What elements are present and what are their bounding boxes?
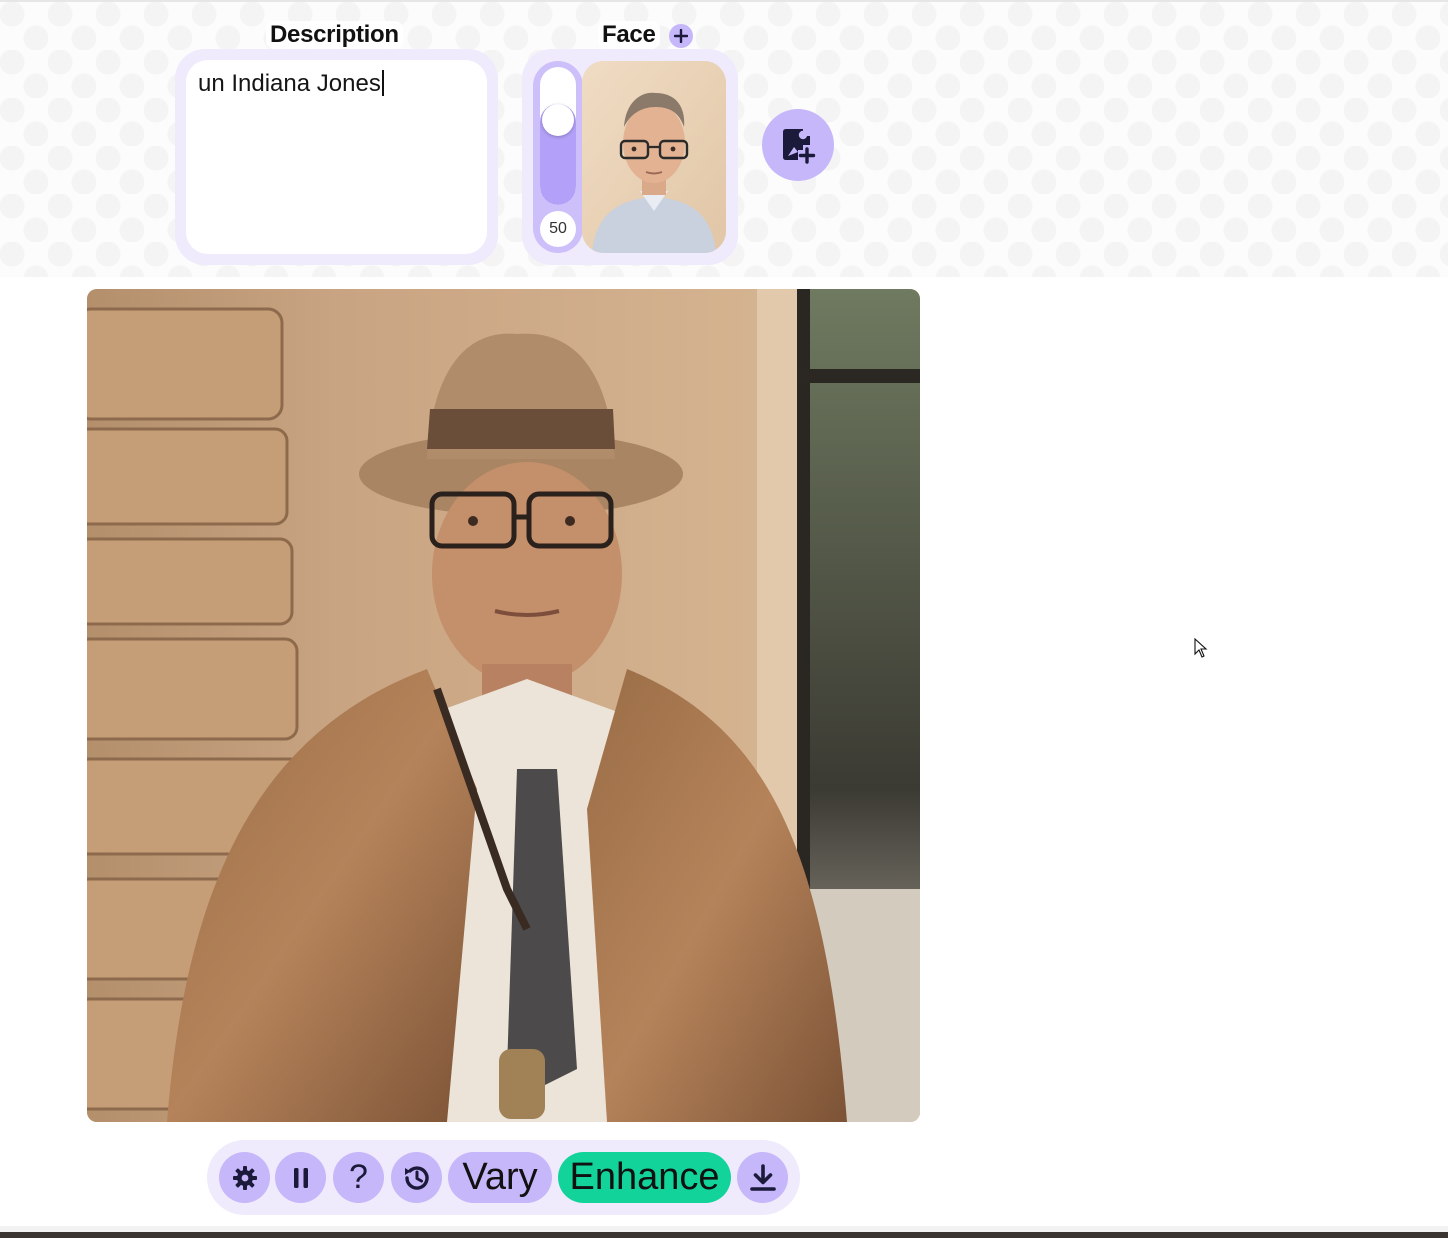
- settings-button[interactable]: [219, 1152, 270, 1203]
- slider-thumb[interactable]: [542, 104, 574, 136]
- enhance-button[interactable]: Enhance: [558, 1152, 731, 1203]
- action-toolbar: ? Vary Enhance: [207, 1140, 800, 1215]
- plus-icon: [674, 29, 688, 43]
- pause-icon: [293, 1167, 308, 1188]
- face-label: Face: [598, 21, 660, 49]
- description-container: un Indiana Jones: [175, 49, 498, 265]
- description-textarea[interactable]: un Indiana Jones: [186, 60, 487, 254]
- pause-button[interactable]: [275, 1152, 326, 1203]
- description-label: Description: [266, 21, 403, 49]
- mouse-cursor-icon: [1194, 637, 1208, 663]
- slider-inner-track: [540, 67, 576, 205]
- add-face-button[interactable]: [669, 24, 693, 48]
- face-container: 50: [522, 49, 738, 265]
- help-button[interactable]: ?: [333, 1152, 384, 1203]
- download-icon: [749, 1163, 776, 1191]
- add-image-button[interactable]: [762, 109, 834, 181]
- generated-image[interactable]: [87, 289, 920, 1122]
- history-icon: [404, 1165, 429, 1190]
- text-caret: [381, 70, 384, 96]
- window-bottom-edge: [0, 1232, 1448, 1238]
- add-photo-icon: [783, 129, 816, 164]
- download-button[interactable]: [737, 1152, 788, 1203]
- history-button[interactable]: [391, 1152, 442, 1203]
- face-strength-slider[interactable]: 50: [533, 61, 583, 253]
- description-text: un Indiana Jones: [198, 70, 381, 97]
- face-strength-value: 50: [540, 211, 576, 247]
- gear-icon: [232, 1165, 257, 1190]
- face-reference-image[interactable]: [582, 61, 726, 253]
- vary-button[interactable]: Vary: [448, 1152, 552, 1203]
